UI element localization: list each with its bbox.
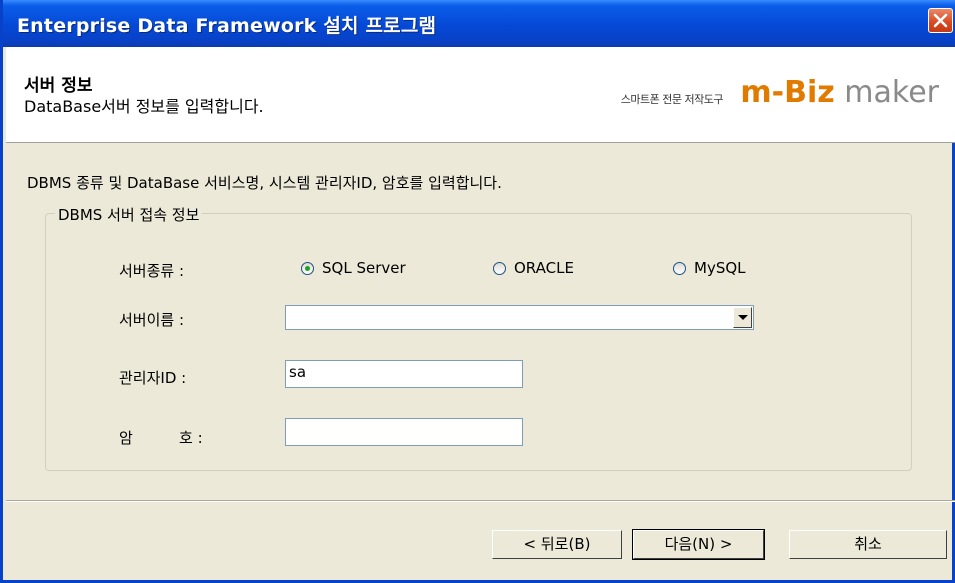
- server-type-label: 서버종류 :: [119, 262, 185, 280]
- logo-wordmark: m-Biz maker: [740, 75, 939, 110]
- radio-indicator: [301, 261, 314, 275]
- logo-tagline: 스마트폰 전문 저작도구: [620, 93, 724, 106]
- server-name-combobox[interactable]: [285, 305, 754, 330]
- admin-id-label: 관리자ID :: [119, 369, 187, 387]
- title-bar[interactable]: Enterprise Data Framework 설치 프로그램: [3, 0, 955, 47]
- close-button[interactable]: [928, 8, 953, 33]
- instruction-text: DBMS 종류 및 DataBase 서비스명, 시스템 관리자ID, 암호를 …: [27, 174, 502, 192]
- group-label: DBMS 서버 접속 정보: [55, 204, 203, 225]
- server-name-label: 서버이름 :: [119, 311, 185, 329]
- radio-mysql[interactable]: MySQL: [673, 259, 746, 277]
- chevron-down-icon[interactable]: [733, 307, 752, 328]
- back-button[interactable]: < 뒤로(B): [492, 530, 622, 559]
- radio-indicator: [493, 261, 506, 275]
- password-label-part1: 암: [119, 429, 133, 447]
- radio-indicator: [673, 261, 686, 275]
- radio-sql-server[interactable]: SQL Server: [301, 259, 406, 277]
- installer-window: Enterprise Data Framework 설치 프로그램 서버 정보 …: [0, 0, 955, 583]
- wizard-header: 서버 정보 DataBase서버 정보를 입력합니다. 스마트폰 전문 저작도구…: [6, 47, 955, 143]
- password-label-part2: 호 :: [179, 429, 203, 447]
- footer-divider: [6, 500, 955, 502]
- next-button[interactable]: 다음(N) >: [632, 529, 765, 560]
- password-field[interactable]: [285, 418, 523, 446]
- radio-oracle[interactable]: ORACLE: [493, 259, 574, 277]
- close-icon: [933, 13, 948, 28]
- mbiz-logo: 스마트폰 전문 저작도구 m-Biz maker: [579, 73, 939, 113]
- cancel-button[interactable]: 취소: [789, 530, 947, 559]
- admin-id-field[interactable]: sa: [285, 360, 523, 388]
- page-subtitle: DataBase서버 정보를 입력합니다.: [24, 97, 264, 116]
- window-title: Enterprise Data Framework 설치 프로그램: [17, 15, 437, 37]
